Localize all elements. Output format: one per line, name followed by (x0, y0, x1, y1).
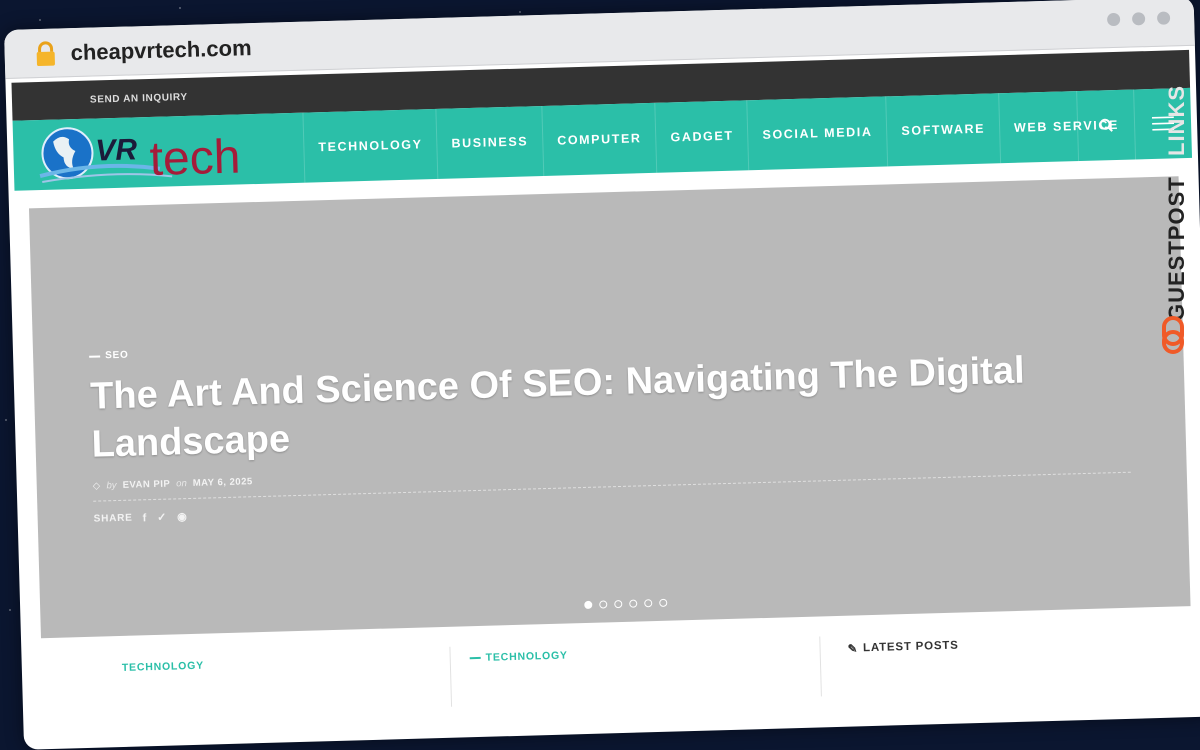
logo-tech-text: tech (149, 130, 241, 186)
category-dash-icon (89, 354, 101, 358)
hero-title[interactable]: The Art And Science Of SEO: Navigating T… (90, 345, 1092, 469)
column-divider (819, 636, 822, 697)
site-logo[interactable]: VR tech (13, 113, 305, 191)
pinterest-icon[interactable]: ◉ (177, 510, 188, 523)
menu-item-business[interactable]: BUSINESS (435, 106, 544, 179)
send-inquiry-link[interactable]: SEND AN INQUIRY (90, 91, 188, 105)
post-meta: ◇ by EVAN PIP on MAY 6, 2025 (93, 476, 253, 491)
window-dot-icon[interactable] (1156, 11, 1171, 25)
column-divider (449, 646, 453, 707)
search-icon (1099, 118, 1113, 132)
column-1-category[interactable]: TECHNOLOGY (122, 660, 204, 674)
slider-dot[interactable] (599, 600, 608, 609)
menu-item-technology[interactable]: TECHNOLOGY (302, 108, 438, 183)
lock-icon (36, 41, 55, 67)
window-dot-icon[interactable] (1106, 12, 1121, 27)
slider-dot[interactable] (659, 598, 668, 607)
slider-dot[interactable] (614, 599, 623, 609)
hero-category[interactable]: SEO (89, 350, 129, 362)
chain-link-icon (1162, 316, 1184, 354)
latest-posts-label: LATEST POSTS (862, 639, 959, 655)
menu-item-software[interactable]: SOFTWARE (885, 93, 1001, 167)
share-row: SHARE f ✓ ◉ (94, 510, 188, 526)
watermark-guestpost-text: GUESTPOST (1164, 176, 1189, 321)
window-controls (1106, 11, 1171, 27)
logo-vr-text: VR (95, 133, 138, 167)
column-2-category[interactable]: TECHNOLOGY (469, 649, 568, 665)
pen-icon: ✎ (847, 643, 859, 656)
share-label: SHARE (93, 512, 133, 525)
column-1-category-label: TECHNOLOGY (121, 659, 205, 674)
slider-dot[interactable] (584, 600, 593, 610)
logo-graphic: VR tech (39, 127, 241, 186)
address-bar-url[interactable]: cheapvrtech.com (70, 35, 252, 66)
post-date: MAY 6, 2025 (192, 476, 253, 489)
menu-item-gadget[interactable]: GADGET (654, 100, 749, 173)
watermark-overlay: GUESTPOST LINKS (1154, 56, 1194, 356)
slider-dot[interactable] (629, 599, 638, 608)
author-diamond-icon: ◇ (92, 480, 101, 492)
hero-slider[interactable]: SEO The Art And Science Of SEO: Navigati… (28, 176, 1191, 639)
menu-item-social-media[interactable]: SOCIAL MEDIA (746, 96, 888, 171)
column-2-category-label: TECHNOLOGY (485, 649, 568, 664)
latest-posts-heading: ✎ LATEST POSTS (847, 639, 958, 656)
twitter-icon[interactable]: ✓ (157, 511, 167, 524)
browser-window: cheapvrtech.com SEND AN INQUIRY VR tech … (4, 0, 1200, 750)
window-dot-icon[interactable] (1131, 12, 1146, 26)
search-button[interactable] (1076, 89, 1136, 162)
facebook-icon[interactable]: f (143, 512, 148, 524)
slider-pagination (584, 598, 668, 610)
hero-category-label: SEO (104, 349, 129, 362)
watermark-links-text: LINKS (1164, 85, 1189, 156)
menu-item-computer[interactable]: COMPUTER (541, 102, 657, 177)
author-name[interactable]: EVAN PIP (122, 479, 170, 491)
category-dash-icon (469, 656, 481, 660)
watermark-graphic: GUESTPOST LINKS (1162, 85, 1189, 354)
slider-dot[interactable] (644, 599, 653, 608)
by-label: by (106, 480, 117, 492)
on-label: on (176, 478, 187, 490)
